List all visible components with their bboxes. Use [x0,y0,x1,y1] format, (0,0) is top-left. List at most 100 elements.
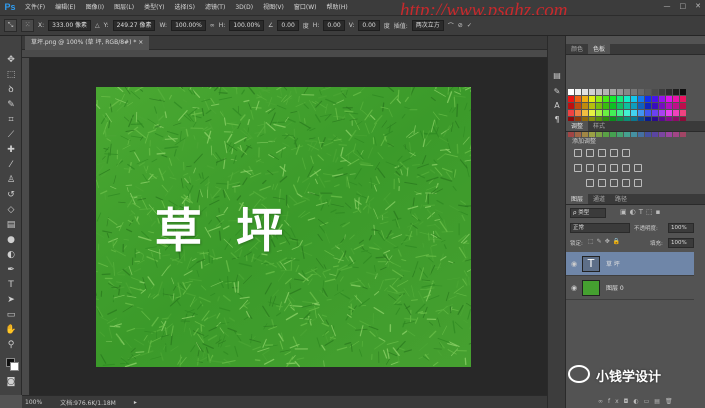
swatch-chip[interactable] [610,89,616,95]
swatch-chip[interactable] [568,110,574,116]
swatch-chip[interactable] [638,89,644,95]
swatch-chip[interactable] [596,103,602,109]
delta-icon[interactable]: △ [95,22,100,29]
swatch-chip[interactable] [610,103,616,109]
swatch-chip[interactable] [652,89,658,95]
swatch-chip[interactable] [624,89,630,95]
menu-type[interactable]: 类型(Y) [139,0,169,15]
swatch-chip[interactable] [610,96,616,102]
swatch-chip[interactable] [617,96,623,102]
menu-view[interactable]: 视图(V) [258,0,289,15]
pen-tool-icon[interactable]: ✒ [4,264,18,276]
swatch-chip[interactable] [673,96,679,102]
swatch-chip[interactable] [638,110,644,116]
background-color-swatch[interactable] [10,362,19,371]
swatch-chip[interactable] [680,103,686,109]
interpolation-select[interactable]: 两次立方 [411,20,444,31]
angle-field[interactable]: 0.00 [277,20,299,31]
menu-window[interactable]: 窗口(W) [289,0,322,15]
menu-file[interactable]: 文件(F) [20,0,50,15]
fill-field[interactable]: 100% [668,238,694,248]
swatch-chip[interactable] [582,96,588,102]
layer-filter-icons[interactable]: ▣◐T⬚▪ [620,208,663,216]
swatch-chip[interactable] [673,110,679,116]
crop-tool-icon[interactable]: ⌗ [4,114,18,126]
swatch-chip[interactable] [568,89,574,95]
swatch-chip[interactable] [666,110,672,116]
swatch-chip[interactable] [575,96,581,102]
tab-layers[interactable]: 图层 [566,194,589,204]
photo-filter-icon[interactable] [610,164,618,172]
swatch-chip[interactable] [666,89,672,95]
swatch-chip[interactable] [652,103,658,109]
swatch-chip[interactable] [652,110,658,116]
v-skew-field[interactable]: 0.00 [358,20,380,31]
link-icon[interactable]: ∞ [210,22,215,29]
tab-swatches[interactable]: 色板 [588,44,611,54]
swatch-chip[interactable] [582,89,588,95]
eye-icon[interactable]: ◉ [566,260,582,268]
channel-mixer-icon[interactable] [622,164,630,172]
swatch-chip[interactable] [610,110,616,116]
brush-tool-icon[interactable]: ⁄ [4,159,18,171]
color-balance-icon[interactable] [586,164,594,172]
blur-tool-icon[interactable]: ● [4,234,18,246]
menu-help[interactable]: 帮助(H) [322,0,353,15]
swatch-chip[interactable] [568,103,574,109]
maximize-button[interactable]: □ [680,2,687,10]
swatch-chip[interactable] [673,89,679,95]
commit-transform-icon[interactable]: ✓ [467,22,472,29]
invert-icon[interactable] [586,179,594,187]
swatch-chip[interactable] [575,110,581,116]
swatch-chip[interactable] [589,96,595,102]
stamp-tool-icon[interactable]: ♙ [4,174,18,186]
selective-color-icon[interactable] [634,179,642,187]
menu-layer[interactable]: 图层(L) [109,0,139,15]
transform-tool-icon[interactable]: ⤡ [4,19,17,32]
swatch-chip[interactable] [575,89,581,95]
posterize-icon[interactable] [598,179,606,187]
swatch-chip[interactable] [666,96,672,102]
warp-icon[interactable]: ⌒ [448,21,454,30]
swatch-chip[interactable] [617,89,623,95]
swatch-chip[interactable] [652,96,658,102]
swatch-chip[interactable] [645,96,651,102]
w-field[interactable]: 100.00% [171,20,206,31]
layer-name[interactable]: 图层 0 [606,283,624,292]
layer-row-image[interactable]: ◉ 图层 0 [566,276,694,300]
swatch-chip[interactable] [603,103,609,109]
history-brush-icon[interactable]: ↺ [4,189,18,201]
menu-3d[interactable]: 3D(D) [230,0,258,15]
path-select-tool-icon[interactable]: ➤ [4,294,18,306]
color-lookup-icon[interactable] [634,164,642,172]
swatch-chip[interactable] [596,89,602,95]
swatch-chip[interactable] [624,110,630,116]
swatch-chip[interactable] [589,110,595,116]
gradient-map-icon[interactable] [622,179,630,187]
swatch-chip[interactable] [589,89,595,95]
swatch-chip[interactable] [638,96,644,102]
swatch-chip[interactable] [659,103,665,109]
exposure-icon[interactable] [610,149,618,157]
swatch-chip[interactable] [666,103,672,109]
swatch-chip[interactable] [617,103,623,109]
history-panel-icon[interactable]: ▤ [551,70,563,81]
swatch-chip[interactable] [638,103,644,109]
zoom-tool-icon[interactable]: ⚲ [4,339,18,351]
document-size[interactable]: 文档:976.6K/1.18M [60,398,116,407]
lasso-tool-icon[interactable]: ꝺ [4,84,18,96]
swatch-chip[interactable] [624,96,630,102]
swatches-grid[interactable] [568,89,688,141]
tab-channels[interactable]: 通道 [588,194,610,204]
canvas-text-layer[interactable]: 草 坪 [96,192,351,261]
lock-icons[interactable]: ⬚✎✥🔒 [588,238,623,245]
tab-color[interactable]: 颜色 [566,44,588,54]
swatch-chip[interactable] [631,103,637,109]
tab-styles[interactable]: 样式 [588,121,610,131]
curves-icon[interactable] [598,149,606,157]
y-field[interactable]: 249.27 像素 [112,20,156,31]
swatch-chip[interactable] [645,89,651,95]
hue-sat-icon[interactable] [574,164,582,172]
swatch-chip[interactable] [680,89,686,95]
swatch-chip[interactable] [589,103,595,109]
